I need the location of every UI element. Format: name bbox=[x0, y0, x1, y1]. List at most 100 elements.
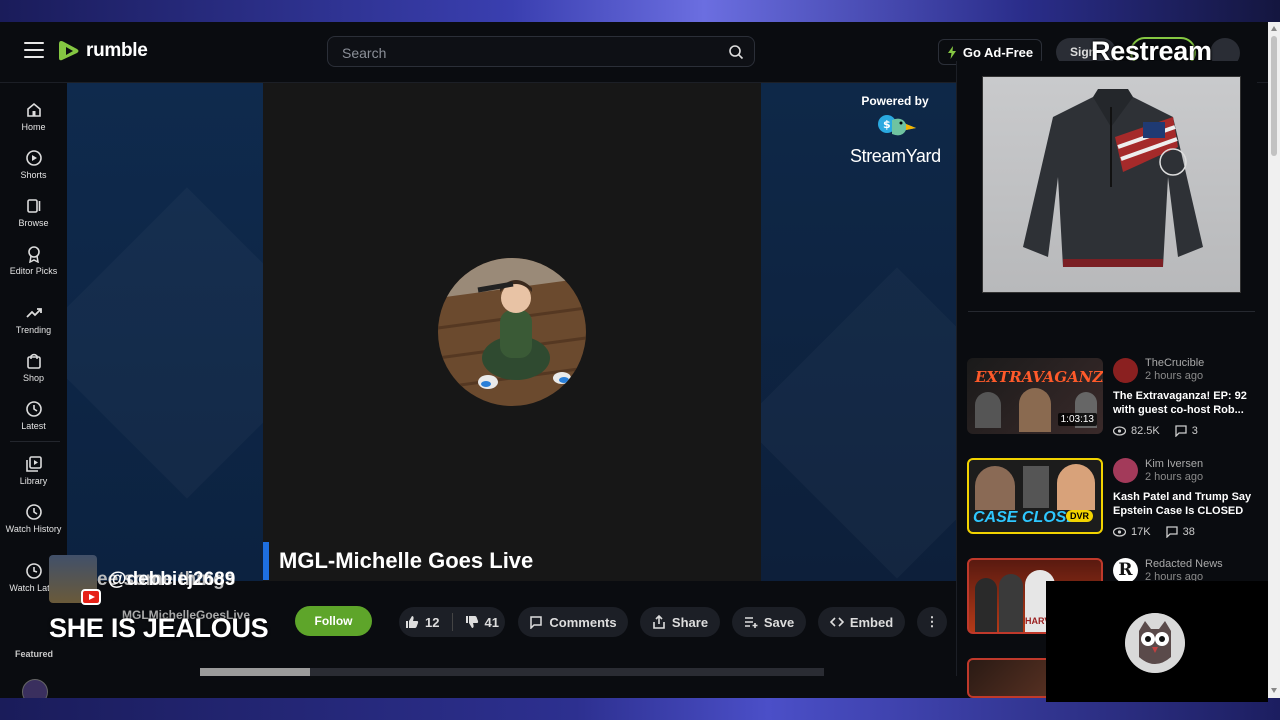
shop-icon bbox=[26, 353, 41, 369]
recommended-time: 2 hours ago bbox=[1145, 370, 1204, 382]
streamer-avatar bbox=[438, 258, 586, 406]
streamyard-badge: Powered by $ StreamYard bbox=[850, 94, 941, 167]
stream-progress-fill bbox=[200, 668, 310, 676]
page-scrollbar[interactable] bbox=[1268, 22, 1280, 698]
comments-label: Comments bbox=[549, 614, 617, 630]
dvr-badge: DVR bbox=[1065, 510, 1093, 522]
sidebar-item-latest[interactable]: Latest bbox=[0, 400, 67, 432]
share-button[interactable]: Share bbox=[640, 607, 720, 637]
svg-text:$: $ bbox=[883, 118, 891, 131]
search-bar bbox=[327, 36, 755, 68]
person-silhouette bbox=[1019, 388, 1051, 432]
advertisement-image[interactable] bbox=[982, 76, 1241, 293]
channel-avatar[interactable] bbox=[1113, 358, 1138, 383]
scroll-down-arrow-icon[interactable] bbox=[1271, 688, 1277, 693]
follow-button[interactable]: Follow bbox=[295, 606, 372, 636]
stream-progress-bar[interactable] bbox=[200, 668, 824, 676]
search-icon[interactable] bbox=[728, 44, 744, 60]
name-banner: MGL-Michelle Goes Live bbox=[263, 542, 547, 580]
child-photo bbox=[438, 258, 586, 406]
sidebar-item-label: Latest bbox=[21, 421, 46, 431]
sidebar-item-label: Shop bbox=[22, 373, 45, 383]
sidebar-item-editor-picks[interactable]: Editor Picks bbox=[0, 245, 67, 277]
logo-text: rumble bbox=[86, 40, 148, 61]
webcam-avatar bbox=[1125, 613, 1185, 673]
video-player[interactable]: MGL-Michelle Goes Live Powered by $ Stre… bbox=[67, 83, 956, 581]
thumbs-down-icon[interactable] bbox=[465, 615, 479, 629]
comment-icon bbox=[1165, 526, 1178, 538]
shorts-icon bbox=[25, 150, 42, 166]
sidebar-item-shop[interactable]: Shop bbox=[0, 352, 67, 384]
library-icon bbox=[25, 456, 42, 472]
sidebar-item-label: Watch History bbox=[5, 524, 62, 534]
recommended-thumbnail[interactable]: CASE CLOSED DVR bbox=[967, 458, 1103, 534]
recommended-stats: 17K 38 bbox=[1113, 526, 1195, 538]
view-count: 82.5K bbox=[1131, 425, 1160, 437]
recommended-title[interactable]: Kash Patel and Trump Say Epstein Case Is… bbox=[1113, 490, 1258, 518]
person-silhouette bbox=[1057, 464, 1095, 510]
sidebar-divider bbox=[10, 441, 60, 442]
clock-icon bbox=[25, 401, 42, 417]
youtube-icon bbox=[81, 589, 101, 605]
eye-icon bbox=[1113, 527, 1126, 537]
search-input[interactable] bbox=[328, 37, 724, 68]
recommended-channel[interactable]: TheCrucible bbox=[1145, 357, 1204, 369]
recommended-channel[interactable]: Kim Iversen bbox=[1145, 458, 1203, 470]
featured-channel-avatar[interactable] bbox=[22, 679, 48, 698]
person-silhouette bbox=[975, 466, 1015, 510]
section-divider bbox=[968, 311, 1255, 312]
history-icon bbox=[25, 504, 42, 520]
embed-label: Embed bbox=[849, 614, 894, 630]
sidebar-item-label: Home bbox=[21, 122, 46, 132]
more-options-button[interactable]: ⋮ bbox=[917, 607, 947, 637]
streamyard-logo-text: StreamYard bbox=[850, 146, 941, 166]
home-icon bbox=[26, 102, 41, 117]
embed-button[interactable]: Embed bbox=[818, 607, 905, 637]
featured-heading: Featured bbox=[15, 649, 54, 659]
browse-icon bbox=[26, 199, 40, 213]
sidebar: Home Shorts Browse Editor Picks Trending… bbox=[0, 83, 67, 698]
dislikes-count: 41 bbox=[484, 614, 499, 630]
likes-count: 12 bbox=[425, 614, 440, 630]
comment-icon bbox=[1175, 425, 1187, 437]
share-icon bbox=[653, 615, 665, 629]
menu-icon[interactable] bbox=[24, 42, 44, 60]
thumbnail-title-text: EXTRAVAGANZA bbox=[975, 368, 1103, 386]
sidebar-item-home[interactable]: Home bbox=[0, 101, 67, 133]
chat-username: @debbiej2689 bbox=[108, 569, 236, 590]
watch-later-icon bbox=[25, 563, 42, 579]
sidebar-item-browse[interactable]: Browse bbox=[0, 197, 67, 229]
sidebar-item-trending[interactable]: Trending bbox=[0, 304, 67, 336]
recommended-title[interactable]: The Extravaganza! EP: 92 with guest co-h… bbox=[1113, 389, 1258, 417]
person-silhouette bbox=[975, 392, 1001, 428]
stream-frame-top bbox=[0, 0, 1280, 22]
powered-by-label: Powered by bbox=[861, 94, 929, 108]
view-count: 17K bbox=[1131, 526, 1151, 538]
sidebar-item-watch-history[interactable]: Watch History bbox=[0, 503, 67, 535]
channel-avatar[interactable] bbox=[1113, 458, 1138, 483]
vote-buttons: 12 41 bbox=[399, 607, 505, 637]
vote-divider bbox=[451, 613, 453, 631]
channel-avatar[interactable]: R bbox=[1113, 558, 1138, 583]
award-icon bbox=[27, 246, 40, 263]
jacket-ad-graphic bbox=[1023, 89, 1203, 267]
sidebar-item-shorts[interactable]: Shorts bbox=[0, 149, 67, 181]
comment-icon bbox=[530, 616, 543, 629]
share-label: Share bbox=[671, 614, 709, 630]
scrollbar-thumb[interactable] bbox=[1271, 36, 1277, 156]
recommended-channel[interactable]: Redacted News bbox=[1145, 558, 1223, 570]
thumbs-up-icon[interactable] bbox=[405, 615, 419, 629]
sidebar-item-label: Shorts bbox=[20, 170, 47, 180]
comment-count: 3 bbox=[1191, 425, 1198, 437]
comments-button[interactable]: Comments bbox=[518, 607, 628, 637]
sidebar-item-label: Trending bbox=[15, 325, 52, 335]
scroll-up-arrow-icon[interactable] bbox=[1271, 26, 1277, 31]
save-button[interactable]: Save bbox=[732, 607, 806, 637]
recommended-thumbnail[interactable]: EXTRAVAGANZA 1:03:13 bbox=[967, 358, 1103, 434]
code-icon bbox=[829, 617, 844, 627]
person-silhouette bbox=[1023, 466, 1049, 508]
rumble-logo[interactable]: rumble bbox=[57, 37, 148, 65]
sidebar-item-label: Browse bbox=[18, 218, 49, 228]
sidebar-item-library[interactable]: Library bbox=[0, 455, 67, 487]
eye-icon bbox=[1113, 426, 1126, 436]
